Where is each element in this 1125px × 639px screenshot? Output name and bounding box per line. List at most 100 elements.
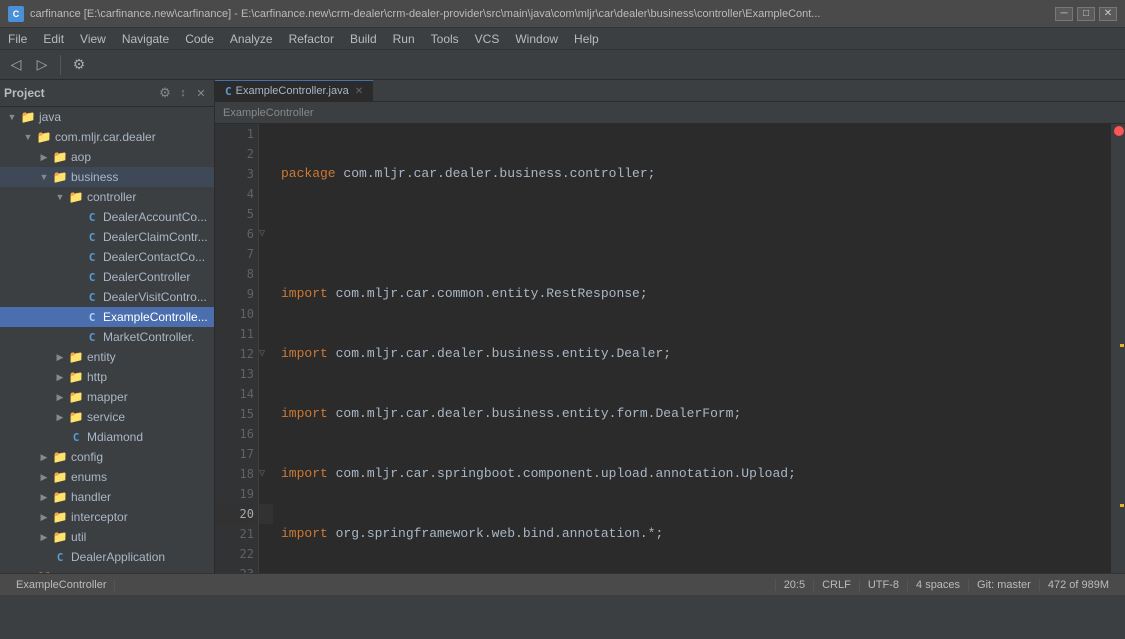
menu-edit[interactable]: Edit — [35, 28, 72, 49]
folder-icon: 📁 — [68, 349, 84, 365]
status-line-ending[interactable]: CRLF — [813, 579, 859, 591]
code-line-3: import com.mljr.car.common.entity.RestRe… — [281, 284, 1103, 304]
sidebar-gear-icon[interactable]: ⚙ — [156, 84, 174, 102]
sidebar-item-http[interactable]: ▶ 📁 http — [0, 367, 214, 387]
menu-window[interactable]: Window — [507, 28, 566, 49]
restore-button[interactable]: □ — [1077, 7, 1095, 21]
sidebar-item-business[interactable]: ▼ 📁 business — [0, 167, 214, 187]
sidebar-item-dealer-claim[interactable]: ▶ C DealerClaimContr... — [0, 227, 214, 247]
class-icon-c: C — [84, 329, 100, 345]
sidebar-item-interceptor[interactable]: ▶ 📁 interceptor — [0, 507, 214, 527]
tab-close-icon[interactable]: ✕ — [355, 86, 363, 97]
status-indent[interactable]: 4 spaces — [907, 579, 968, 591]
sidebar-item-service[interactable]: ▶ 📁 service — [0, 407, 214, 427]
warning-marker-1 — [1120, 344, 1124, 347]
sidebar-item-java[interactable]: ▼ 📁 java — [0, 107, 214, 127]
tab-example-controller[interactable]: C ExampleController.java ✕ — [215, 80, 374, 101]
status-memory[interactable]: 472 of 989M — [1039, 579, 1117, 591]
arrow-icon: ▼ — [36, 169, 52, 185]
line-num-13: 13 — [215, 364, 254, 384]
menu-run[interactable]: Run — [385, 28, 423, 49]
menu-tools[interactable]: Tools — [423, 28, 467, 49]
toolbar-btn-2[interactable]: ▷ — [30, 53, 54, 77]
code-editor[interactable]: package com.mljr.car.dealer.business.con… — [273, 124, 1111, 573]
close-button[interactable]: ✕ — [1099, 7, 1117, 21]
fold-btn-12[interactable]: ▽ — [259, 344, 273, 364]
menu-build[interactable]: Build — [342, 28, 385, 49]
sidebar-item-mapper[interactable]: ▶ 📁 mapper — [0, 387, 214, 407]
sidebar-item-dealer-contact[interactable]: ▶ C DealerContactCo... — [0, 247, 214, 267]
sidebar-item-util[interactable]: ▶ 📁 util — [0, 527, 214, 547]
status-position[interactable]: 20:5 — [775, 579, 813, 591]
sidebar-label-business: business — [71, 170, 118, 184]
menu-file[interactable]: File — [0, 28, 35, 49]
title-text: carfinance [E:\carfinance.new\carfinance… — [30, 8, 1047, 20]
status-vcs[interactable]: Git: master — [968, 579, 1039, 591]
sidebar-label-dealer-controller: DealerController — [103, 270, 190, 284]
line-num-10: 10 — [215, 304, 254, 324]
sidebar-item-example-controller[interactable]: ▶ C ExampleControlle... — [0, 307, 214, 327]
status-bar: ExampleController 20:5 CRLF UTF-8 4 spac… — [0, 573, 1125, 595]
code-line-5: import com.mljr.car.dealer.business.enti… — [281, 404, 1103, 424]
class-icon-c: C — [84, 249, 100, 265]
arrow-icon: ▶ — [36, 149, 52, 165]
arrow-icon: ▶ — [52, 389, 68, 405]
sidebar-label-dealer-visit: DealerVisitContro... — [103, 290, 207, 304]
folder-icon: 📁 — [68, 409, 84, 425]
menu-vcs[interactable]: VCS — [467, 28, 508, 49]
sidebar: Project ⚙ ↕ ✕ ▼ 📁 java ▼ 📁 com.mljr.car.… — [0, 80, 215, 573]
sidebar-item-dealer-visit[interactable]: ▶ C DealerVisitContro... — [0, 287, 214, 307]
sidebar-item-entity[interactable]: ▶ 📁 entity — [0, 347, 214, 367]
toolbar-btn-1[interactable]: ◁ — [4, 53, 28, 77]
sidebar-title: Project — [4, 86, 45, 100]
sidebar-item-mdiamond[interactable]: ▶ C Mdiamond — [0, 427, 214, 447]
sidebar-item-dealer-application[interactable]: ▶ C DealerApplication — [0, 547, 214, 567]
menu-analyze[interactable]: Analyze — [222, 28, 281, 49]
sidebar-sort-icon[interactable]: ↕ — [174, 84, 192, 102]
sidebar-item-dealer-account[interactable]: ▶ C DealerAccountCo... — [0, 207, 214, 227]
line-num-14: 14 — [215, 384, 254, 404]
menu-help[interactable]: Help — [566, 28, 607, 49]
breadcrumb-text: ExampleController — [223, 107, 313, 119]
menu-navigate[interactable]: Navigate — [114, 28, 177, 49]
fold-btn-18[interactable]: ▽ — [259, 464, 273, 484]
editor-area[interactable]: 1 2 3 4 5 6 7 8 9 10 11 12 13 14 15 16 1 — [215, 124, 1125, 573]
folder-icon: 📁 — [52, 469, 68, 485]
toolbar-btn-3[interactable]: ⚙ — [67, 53, 91, 77]
minimize-button[interactable]: ─ — [1055, 7, 1073, 21]
line-num-19: 19 — [215, 484, 254, 504]
line-num-5: 5 — [215, 204, 254, 224]
menu-code[interactable]: Code — [177, 28, 222, 49]
menu-refactor[interactable]: Refactor — [281, 28, 342, 49]
app-icon: C — [8, 6, 24, 22]
fold-btn-6[interactable]: ▽ — [259, 224, 273, 244]
sidebar-item-resources[interactable]: ▶ 📁 resources — [0, 567, 214, 573]
line-num-9: 9 — [215, 284, 254, 304]
class-icon-c: C — [84, 269, 100, 285]
line-num-22: 22 — [215, 544, 254, 564]
sidebar-item-handler[interactable]: ▶ 📁 handler — [0, 487, 214, 507]
folder-icon: 📁 — [36, 569, 52, 573]
title-bar: C carfinance [E:\carfinance.new\carfinan… — [0, 0, 1125, 28]
main-layout: Project ⚙ ↕ ✕ ▼ 📁 java ▼ 📁 com.mljr.car.… — [0, 80, 1125, 573]
folder-icon: 📁 — [20, 109, 36, 125]
status-encoding[interactable]: UTF-8 — [859, 579, 907, 591]
arrow-icon: ▶ — [36, 449, 52, 465]
sidebar-item-com-mljr[interactable]: ▼ 📁 com.mljr.car.dealer — [0, 127, 214, 147]
sidebar-item-config[interactable]: ▶ 📁 config — [0, 447, 214, 467]
sidebar-label-http: http — [87, 370, 107, 384]
arrow-icon: ▶ — [36, 529, 52, 545]
sidebar-item-dealer-controller[interactable]: ▶ C DealerController — [0, 267, 214, 287]
sidebar-item-enums[interactable]: ▶ 📁 enums — [0, 467, 214, 487]
folder-icon: 📁 — [36, 129, 52, 145]
sidebar-item-market-controller[interactable]: ▶ C MarketController. — [0, 327, 214, 347]
sidebar-close-icon[interactable]: ✕ — [192, 84, 210, 102]
menu-view[interactable]: View — [72, 28, 114, 49]
sidebar-item-controller[interactable]: ▼ 📁 controller — [0, 187, 214, 207]
right-scroll-gutter[interactable] — [1111, 124, 1125, 573]
line-num-3: 3 — [215, 164, 254, 184]
line-num-7: 7 — [215, 244, 254, 264]
toolbar: ◁ ▷ ⚙ — [0, 50, 1125, 80]
sidebar-item-aop[interactable]: ▶ 📁 aop — [0, 147, 214, 167]
sidebar-header: Project ⚙ ↕ ✕ — [0, 80, 214, 107]
